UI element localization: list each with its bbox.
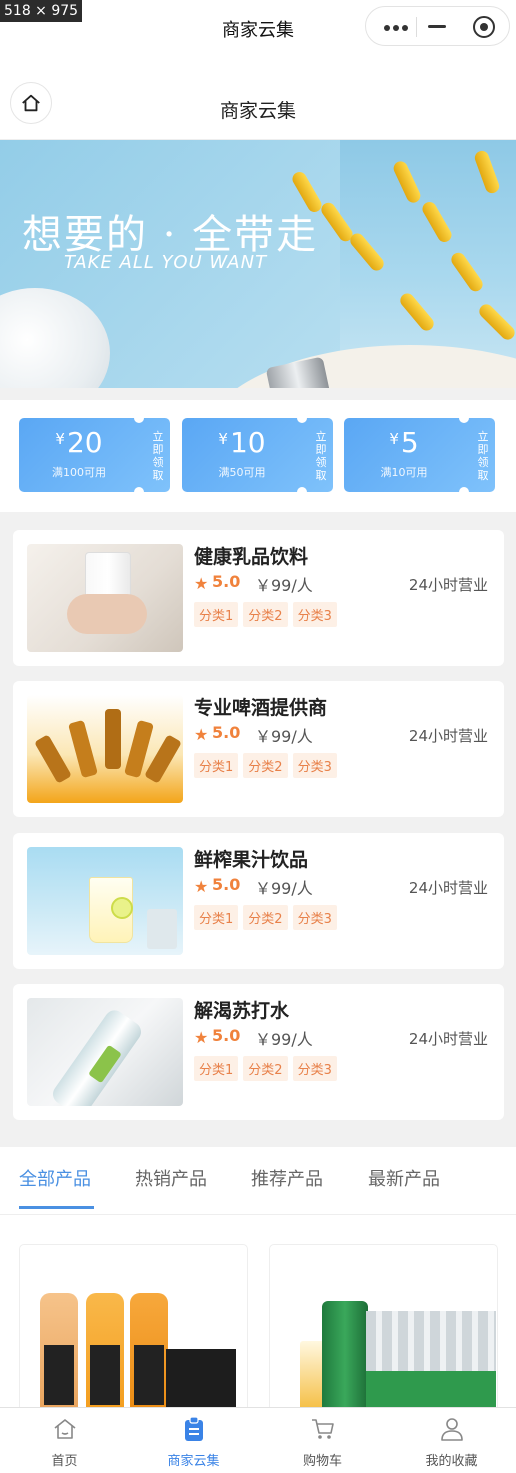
star-icon: ★ — [194, 574, 209, 593]
shop-tag[interactable]: 分类1 — [194, 905, 239, 930]
wheat-decoration — [448, 249, 486, 295]
shop-name: 健康乳品饮料 — [194, 546, 309, 568]
shop-hours: 24小时营业 — [408, 576, 488, 594]
bottom-nav-label: 首页 — [51, 1454, 78, 1469]
shop-tag[interactable]: 分类2 — [243, 905, 288, 930]
coupon-card[interactable]: ¥10 满50可用 立即领取 — [182, 413, 333, 497]
coupon-currency: ¥ — [218, 430, 228, 448]
page-title: 商家云集 — [219, 100, 296, 122]
promo-banner[interactable]: 想要的 · 全带走 TAKE ALL YOU WANT — [0, 140, 516, 388]
shop-thumbnail-milk — [27, 544, 183, 652]
shop-name: 专业啤酒提供商 — [194, 697, 328, 719]
cart-icon — [311, 1419, 334, 1439]
star-icon: ★ — [194, 1028, 209, 1047]
shop-name: 解渴苏打水 — [194, 1000, 290, 1022]
shop-thumbnail-juice — [27, 847, 183, 955]
bottom-nav-cart[interactable]: 购物车 — [258, 1408, 387, 1473]
coupon-condition: 满10可用 — [380, 466, 428, 479]
shop-price: ￥99/人 — [255, 727, 313, 746]
shop-tag[interactable]: 分类3 — [292, 753, 337, 778]
shop-tag[interactable]: 分类3 — [292, 602, 337, 627]
coupon-claim-button[interactable]: 立即领取 — [315, 430, 327, 482]
tab-hot-products[interactable]: 热销产品 — [135, 1165, 207, 1191]
shop-card[interactable]: 健康乳品饮料 ★ 5.0 ￥99/人 24小时营业 分类1 分类2 分类3 — [13, 530, 504, 666]
banner-subtitle: TAKE ALL YOU WANT — [64, 252, 268, 273]
shop-hours: 24小时营业 — [408, 879, 488, 897]
shop-hours: 24小时营业 — [408, 1030, 488, 1048]
bottom-nav-favorites[interactable]: 我的收藏 — [387, 1408, 516, 1473]
shop-tag[interactable]: 分类3 — [292, 905, 337, 930]
coupon-amount: 10 — [229, 426, 266, 459]
shop-rating: 5.0 — [212, 572, 241, 591]
coupon-section: ¥20 满100可用 立即领取 ¥10 满50可用 立即领取 ¥5 满10可用 … — [0, 400, 516, 512]
coupon-card[interactable]: ¥20 满100可用 立即领取 — [19, 413, 170, 497]
coupon-claim-button[interactable]: 立即领取 — [477, 430, 489, 482]
more-icon[interactable] — [384, 25, 408, 31]
shop-tag[interactable]: 分类3 — [292, 1056, 337, 1081]
bottom-nav-home[interactable]: 首页 — [0, 1408, 129, 1473]
shop-tag[interactable]: 分类2 — [243, 1056, 288, 1081]
shop-rating: 5.0 — [212, 723, 241, 742]
wheat-decoration — [476, 301, 516, 343]
bottom-nav-label: 商家云集 — [167, 1454, 220, 1469]
user-icon — [440, 1418, 463, 1441]
wheat-decoration — [472, 148, 502, 196]
shop-rating: 5.0 — [212, 875, 241, 894]
page-navbar: 商家云集 — [0, 56, 516, 140]
wheat-decoration — [419, 199, 455, 245]
product-tabs: 全部产品 热销产品 推荐产品 最新产品 — [0, 1147, 516, 1215]
wheat-decoration — [397, 290, 437, 334]
shop-price: ￥99/人 — [255, 576, 313, 595]
bottom-nav-merchants[interactable]: 商家云集 — [129, 1408, 258, 1473]
shop-rating: 5.0 — [212, 1026, 241, 1045]
shop-name: 鲜榨果汁饮品 — [194, 849, 309, 871]
bottom-nav-label: 我的收藏 — [425, 1454, 478, 1469]
screenshot-size-label: 518 × 975 — [0, 0, 83, 22]
shop-thumbnail-beer — [27, 695, 183, 803]
star-icon: ★ — [194, 725, 209, 744]
tab-all-products[interactable]: 全部产品 — [19, 1165, 91, 1191]
clipboard-icon — [184, 1416, 203, 1441]
tab-new-products[interactable]: 最新产品 — [368, 1165, 440, 1191]
shop-tag[interactable]: 分类2 — [243, 602, 288, 627]
shop-tag[interactable]: 分类1 — [194, 602, 239, 627]
shop-card[interactable]: 鲜榨果汁饮品 ★ 5.0 ￥99/人 24小时营业 分类1 分类2 分类3 — [13, 833, 504, 969]
shop-card[interactable]: 专业啤酒提供商 ★ 5.0 ￥99/人 24小时营业 分类1 分类2 分类3 — [13, 681, 504, 817]
shop-price: ￥99/人 — [255, 879, 313, 898]
wheat-decoration — [391, 159, 423, 205]
shop-tag[interactable]: 分类2 — [243, 753, 288, 778]
coupon-amount: 20 — [66, 426, 103, 459]
coupon-amount: 5 — [400, 426, 419, 459]
shop-tag[interactable]: 分类1 — [194, 753, 239, 778]
coupon-condition: 满100可用 — [52, 466, 106, 479]
star-icon: ★ — [194, 877, 209, 896]
shop-tag[interactable]: 分类1 — [194, 1056, 239, 1081]
menu-capsule[interactable] — [365, 6, 510, 46]
minimize-icon[interactable] — [428, 25, 446, 28]
home-icon — [54, 1419, 75, 1439]
bottom-nav-label: 购物车 — [302, 1454, 342, 1469]
coupon-currency: ¥ — [55, 430, 65, 448]
bottom-tab-bar: 首页 商家云集 购物车 我的收藏 — [0, 1407, 516, 1473]
shop-thumbnail-soda — [27, 998, 183, 1106]
coupon-condition: 满50可用 — [218, 466, 266, 479]
shop-hours: 24小时营业 — [408, 727, 488, 745]
close-target-icon[interactable] — [473, 16, 495, 38]
shop-card[interactable]: 解渴苏打水 ★ 5.0 ￥99/人 24小时营业 分类1 分类2 分类3 — [13, 984, 504, 1120]
wheat-decoration — [347, 230, 387, 274]
coupon-card[interactable]: ¥5 满10可用 立即领取 — [344, 413, 495, 497]
capsule-divider — [416, 17, 417, 37]
coupon-currency: ¥ — [389, 430, 399, 448]
coupon-claim-button[interactable]: 立即领取 — [152, 430, 164, 482]
product-grid — [0, 1215, 516, 1444]
active-tab-indicator — [19, 1206, 94, 1209]
tab-recommended-products[interactable]: 推荐产品 — [251, 1165, 323, 1191]
shop-price: ￥99/人 — [255, 1030, 313, 1049]
